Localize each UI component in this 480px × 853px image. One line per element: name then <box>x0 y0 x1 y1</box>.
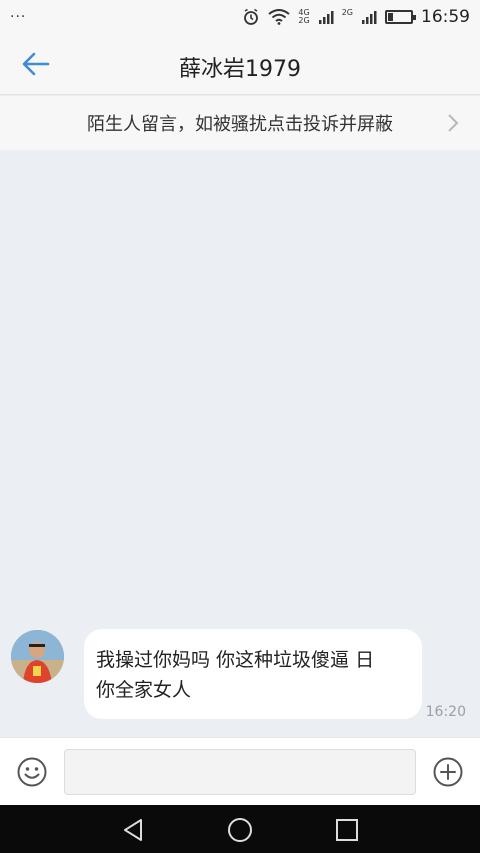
status-time: 16:59 <box>421 6 470 27</box>
network-type-label: 4G 2G <box>298 8 310 25</box>
nav-recent-button[interactable] <box>332 815 362 845</box>
input-bar <box>0 737 480 805</box>
message-text-line2: 你全家女人 <box>96 679 192 701</box>
signal-icon <box>318 10 334 24</box>
plus-icon <box>433 757 463 787</box>
status-bar: ··· 4G 2G 2G 16:59 <box>0 0 480 33</box>
nav-home-button[interactable] <box>225 815 255 845</box>
system-nav-bar <box>0 805 480 853</box>
emoji-button[interactable] <box>16 756 48 788</box>
stranger-notice-banner[interactable]: 陌生人留言，如被骚扰点击投诉并屏蔽 <box>0 96 480 150</box>
avatar[interactable] <box>11 630 64 683</box>
page-title: 薛冰岩1979 <box>179 57 301 82</box>
alarm-icon <box>244 8 259 25</box>
wifi-icon <box>268 8 291 25</box>
message-timestamp: 16:20 <box>425 704 466 720</box>
signal2-icon <box>362 10 377 24</box>
chevron-right-icon <box>448 114 459 132</box>
emoji-icon <box>17 757 47 787</box>
square-recent-icon <box>336 819 358 841</box>
notice-text: 陌生人留言，如被骚扰点击投诉并屏蔽 <box>87 114 393 135</box>
more-options-button[interactable] <box>432 756 464 788</box>
status-icons: 4G 2G 2G 16:59 <box>242 7 470 27</box>
avatar-photo-icon <box>11 630 64 683</box>
battery-icon <box>385 9 416 24</box>
battery-level <box>388 12 393 21</box>
message-bubble[interactable]: 我操过你妈吗 你这种垃圾傻逼 日 你全家女人 <box>84 629 422 719</box>
triangle-back-icon <box>124 819 142 841</box>
message-input[interactable] <box>64 749 416 795</box>
nav-back-button[interactable] <box>119 815 149 845</box>
network-2g-label: 2G <box>298 15 310 25</box>
chat-header: 薛冰岩1979 <box>0 33 480 95</box>
notification-dots: ··· <box>10 8 27 25</box>
circle-home-icon <box>228 818 252 842</box>
message-text-line1: 我操过你妈吗 你这种垃圾傻逼 日 <box>96 649 375 671</box>
network2-type-label: 2G <box>342 8 353 25</box>
chat-area[interactable]: 我操过你妈吗 你这种垃圾傻逼 日 你全家女人 16:20 <box>0 150 480 737</box>
